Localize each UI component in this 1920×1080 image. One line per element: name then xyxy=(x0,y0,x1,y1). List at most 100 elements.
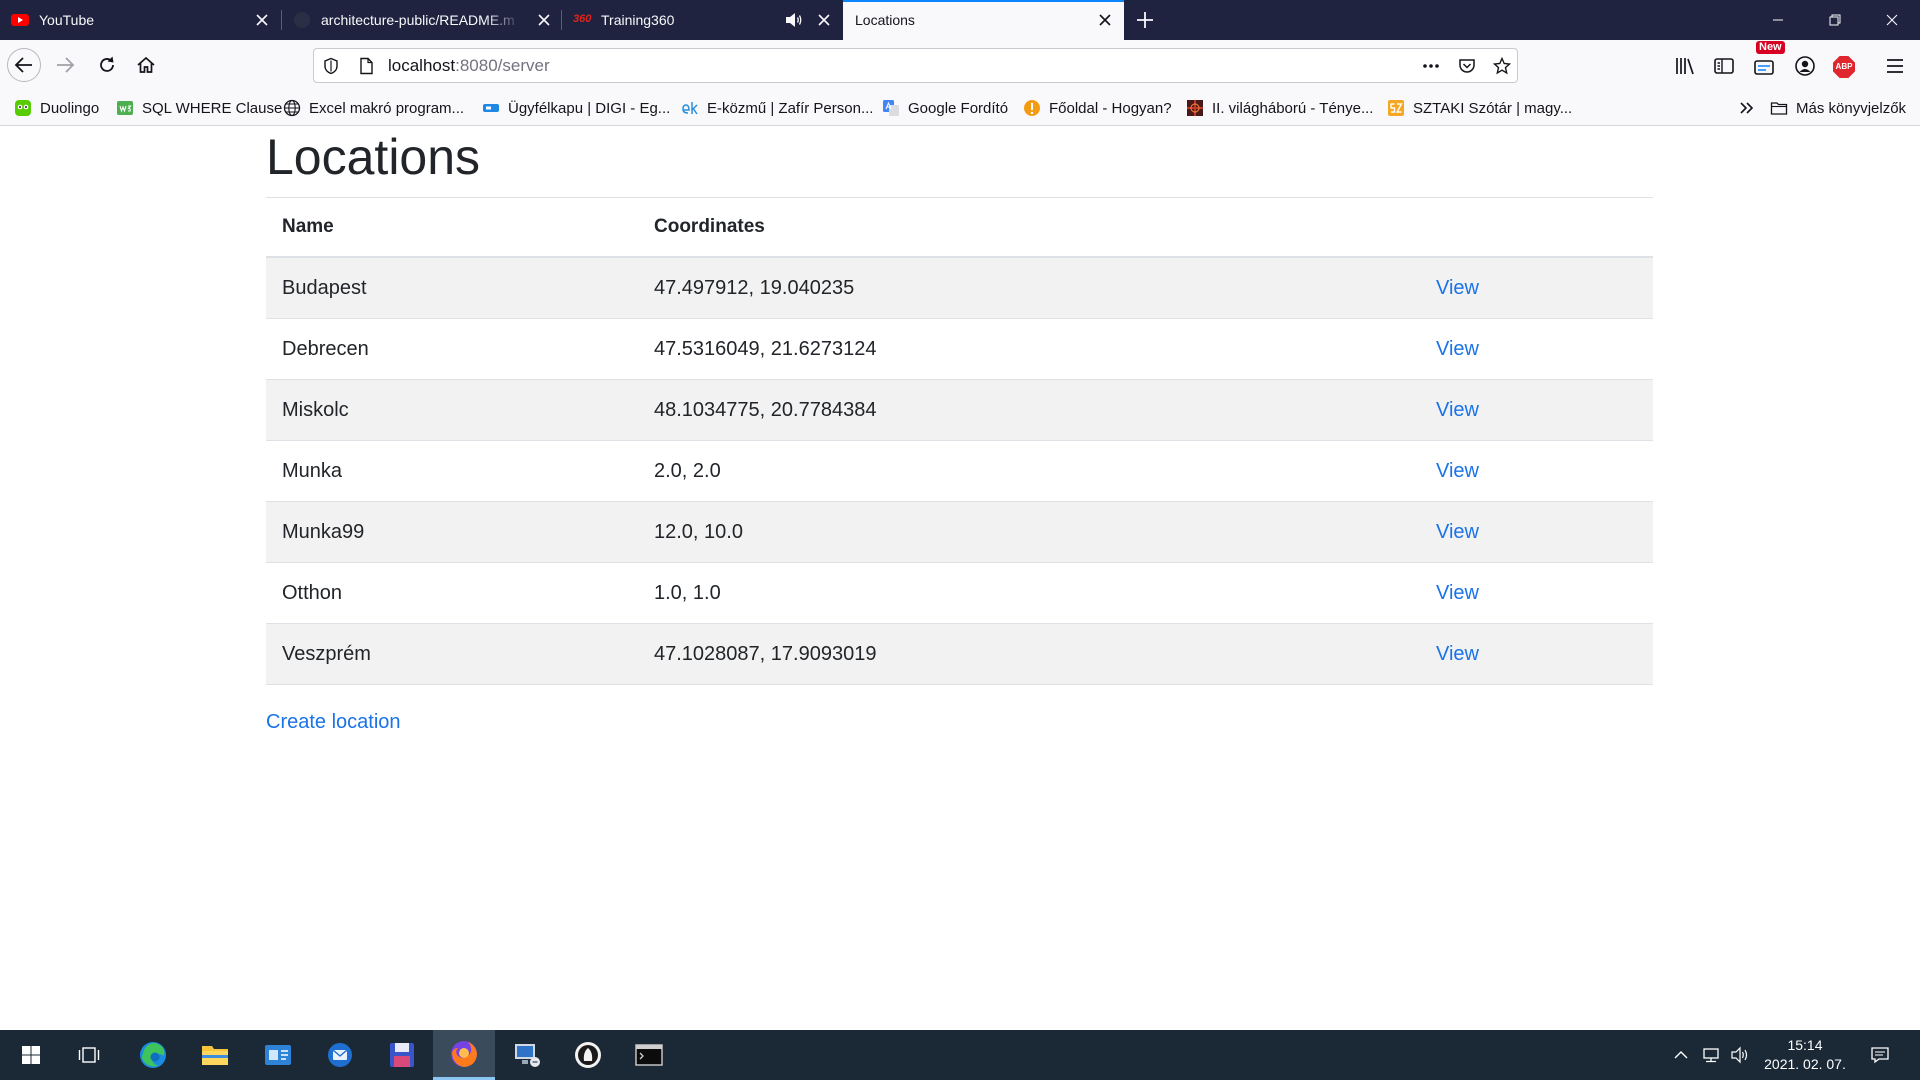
bookmark-label: Duolingo xyxy=(40,99,100,117)
speaker-icon[interactable] xyxy=(785,12,803,28)
new-badge: New xyxy=(1756,41,1785,54)
view-cell: View xyxy=(1436,521,1653,544)
bookmark-duolingo[interactable]: Duolingo xyxy=(14,91,99,125)
shield-icon[interactable] xyxy=(322,57,340,75)
table-row: Debrecen 47.5316049, 21.6273124 View xyxy=(266,319,1653,380)
view-cell: View xyxy=(1436,643,1653,666)
floppy-app-icon[interactable] xyxy=(371,1030,433,1080)
tenyek-icon xyxy=(1186,99,1204,117)
tab-locations[interactable]: Locations xyxy=(843,0,1124,40)
location-name: Munka xyxy=(282,459,343,482)
back-arrow-icon[interactable] xyxy=(7,48,41,82)
create-location-link[interactable]: Create location xyxy=(266,710,401,734)
network-icon[interactable] xyxy=(1701,1045,1721,1065)
file-explorer-icon[interactable] xyxy=(184,1030,246,1080)
bookmark-label: SZTAKI Szótár | magy... xyxy=(1413,99,1573,117)
pocket-icon[interactable] xyxy=(1458,57,1476,75)
sidebar-icon[interactable] xyxy=(1713,55,1735,77)
bookmarks-toolbar: Duolingo SQL WHERE Clause Excel makró pr… xyxy=(0,91,1920,126)
table-row: Otthon 1.0, 1.0 View xyxy=(266,563,1653,624)
tab-title: architecture-public/README.m xyxy=(321,12,515,28)
tab-training360[interactable]: 360 Training360 xyxy=(562,0,843,40)
clock-date: 2021. 02. 07. xyxy=(1764,1056,1846,1072)
close-tab-icon[interactable] xyxy=(817,13,831,27)
bookmark-ugyfelkapu[interactable]: Ügyfélkapu | DIGI - Eg... xyxy=(482,91,670,125)
home-icon[interactable] xyxy=(129,48,163,82)
github-icon xyxy=(293,11,311,29)
location-coordinates: 47.5316049, 21.6273124 xyxy=(654,337,877,360)
plus-icon[interactable] xyxy=(1134,9,1156,31)
url-bar[interactable]: localhost:8080/server xyxy=(313,48,1518,83)
location-coordinates: 47.497912, 19.040235 xyxy=(654,276,855,299)
table-row: Munka 2.0, 2.0 View xyxy=(266,441,1653,502)
chevron-up-icon[interactable] xyxy=(1671,1045,1691,1065)
library-icon[interactable] xyxy=(1674,55,1696,77)
bookmark-hogyan[interactable]: Főoldal - Hogyan? xyxy=(1023,91,1172,125)
edge-icon[interactable] xyxy=(122,1030,184,1080)
restore-icon[interactable] xyxy=(1806,0,1863,40)
view-link[interactable]: View xyxy=(1436,338,1479,360)
bookmark-google-fordito[interactable]: Google Fordító xyxy=(882,91,1008,125)
training360-icon: 360 xyxy=(573,13,592,25)
bookmark-label: Google Fordító xyxy=(908,99,1009,117)
speaker-icon[interactable] xyxy=(1730,1045,1750,1065)
taskbar-clock[interactable]: 15:14 2021. 02. 07. xyxy=(1762,1036,1848,1074)
task-view-icon[interactable] xyxy=(58,1030,120,1080)
tab-github-readme[interactable]: architecture-public/README.m xyxy=(282,0,563,40)
column-header-name: Name xyxy=(282,216,334,237)
chevron-double-right-icon[interactable] xyxy=(1738,91,1756,125)
firefox-icon[interactable] xyxy=(433,1030,495,1080)
tab-title: YouTube xyxy=(39,12,95,28)
close-tab-icon[interactable] xyxy=(255,13,269,27)
bookmark-excel-makro[interactable]: Excel makró program... xyxy=(283,91,464,125)
tab-youtube[interactable]: YouTube xyxy=(0,0,281,40)
other-bookmarks[interactable]: Más könyvjelzők xyxy=(1770,91,1906,125)
bookmark-sztaki[interactable]: SZTAKI Szótár | magy... xyxy=(1387,91,1572,125)
adblock-plus-icon[interactable]: ABP xyxy=(1833,56,1855,78)
windows-start-icon[interactable] xyxy=(0,1030,62,1080)
minimize-icon[interactable] xyxy=(1749,0,1806,40)
close-tab-icon[interactable] xyxy=(537,13,551,27)
close-tab-icon[interactable] xyxy=(1098,13,1112,27)
account-icon[interactable] xyxy=(1794,55,1816,77)
thunderbird-icon[interactable] xyxy=(309,1030,371,1080)
dark-round-app-icon[interactable] xyxy=(557,1030,619,1080)
computer-app-icon[interactable] xyxy=(496,1030,558,1080)
column-header-coordinates: Coordinates xyxy=(654,216,765,237)
view-link[interactable]: View xyxy=(1436,277,1479,299)
terminal-icon[interactable] xyxy=(618,1030,680,1080)
bookmark-label: Excel makró program... xyxy=(309,99,465,117)
more-dots-icon[interactable] xyxy=(1422,57,1440,75)
bookmark-sql-where[interactable]: SQL WHERE Clause xyxy=(116,91,282,125)
view-link[interactable]: View xyxy=(1436,460,1479,482)
table-row: Veszprém 47.1028087, 17.9093019 View xyxy=(266,624,1653,685)
url-text[interactable]: localhost:8080/server xyxy=(388,56,550,76)
forward-arrow-icon[interactable] xyxy=(48,48,82,82)
ugyfelkapu-icon xyxy=(482,99,500,117)
location-coordinates: 2.0, 2.0 xyxy=(654,459,721,482)
view-link[interactable]: View xyxy=(1436,399,1479,421)
view-link[interactable]: View xyxy=(1436,521,1479,543)
bookmark-ekozmu[interactable]: E-közmű | Zafír Person... xyxy=(681,91,873,125)
reload-icon[interactable] xyxy=(90,48,124,82)
star-icon[interactable] xyxy=(1493,57,1511,75)
whats-new-icon[interactable] xyxy=(1753,55,1775,77)
location-name: Debrecen xyxy=(282,337,369,360)
app-card-icon[interactable] xyxy=(247,1030,309,1080)
view-link[interactable]: View xyxy=(1436,582,1479,604)
hamburger-menu-icon[interactable] xyxy=(1884,55,1906,77)
url-host: localhost xyxy=(388,56,456,75)
view-cell: View xyxy=(1436,460,1653,483)
close-icon[interactable] xyxy=(1863,0,1920,40)
page-icon[interactable] xyxy=(357,57,375,75)
view-cell: View xyxy=(1436,338,1653,361)
sztaki-icon xyxy=(1387,99,1405,117)
hogyan-icon xyxy=(1023,99,1041,117)
notification-icon[interactable] xyxy=(1870,1045,1890,1065)
location-name: Munka99 xyxy=(282,520,365,543)
tab-title: Locations xyxy=(855,12,915,28)
other-bookmarks-label: Más könyvjelzők xyxy=(1796,99,1907,117)
view-cell: View xyxy=(1436,277,1653,300)
bookmark-vilaghaboru[interactable]: II. világháború - Ténye... xyxy=(1186,91,1373,125)
view-link[interactable]: View xyxy=(1436,643,1479,665)
